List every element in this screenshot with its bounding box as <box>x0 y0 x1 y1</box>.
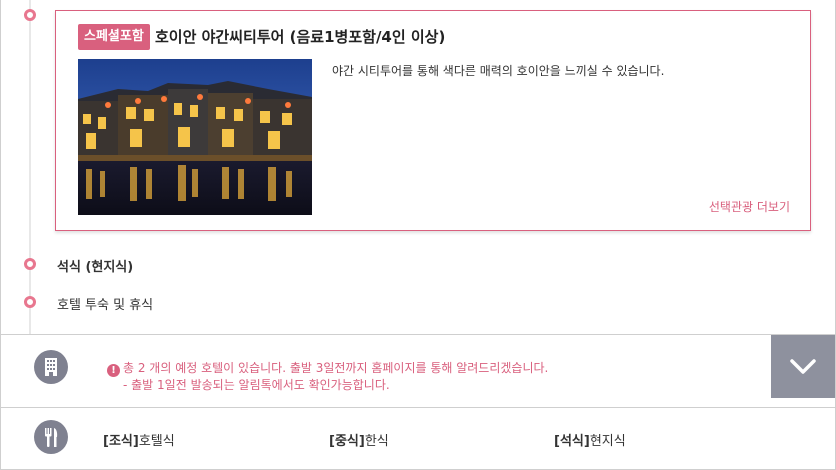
timeline-item-dinner: 석식 (현지식) <box>57 260 134 275</box>
meal-breakfast: [조식]호텔식 <box>103 430 175 449</box>
meal-lunch: [중식]한식 <box>329 430 389 449</box>
meal-lunch-value: 한식 <box>364 434 389 449</box>
hotel-section: ! 총 2 개의 예정 호텔이 있습니다. 출발 3일전까지 홈페이지를 통해 알… <box>1 334 835 408</box>
meal-section: [조식]호텔식 [중식]한식 [석식]현지식 <box>1 408 835 470</box>
timeline-dot <box>24 296 36 308</box>
hoi-an-night-photo <box>78 59 312 215</box>
warning-icon: ! <box>107 364 120 377</box>
meal-dinner: [석식]현지식 <box>554 430 626 449</box>
meal-lunch-tag: [중식] <box>329 434 365 449</box>
meal-dinner-value: 현지식 <box>589 434 626 449</box>
optional-tour-card[interactable]: 스페셜포함 호이안 야간씨티투어 (음료1병포함/4인 이상) 야간 시티투어를… <box>55 10 811 231</box>
expand-hotels-button[interactable] <box>771 335 835 398</box>
more-optional-tours-link[interactable]: 선택관광 더보기 <box>709 198 790 215</box>
timeline-dot <box>24 258 36 270</box>
itinerary-panel: 스페셜포함 호이안 야간씨티투어 (음료1병포함/4인 이상) 야간 시티투어를… <box>0 0 836 470</box>
special-badge: 스페셜포함 <box>78 24 150 50</box>
hotel-notice-line2: - 출발 1일전 발송되는 알림톡에서도 확인가능합니다. <box>123 378 390 392</box>
meal-breakfast-value: 호텔식 <box>138 434 175 449</box>
tour-photo[interactable] <box>78 59 312 215</box>
building-icon <box>34 350 68 384</box>
timeline-dot <box>24 9 36 21</box>
meal-breakfast-tag: [조식] <box>103 434 139 449</box>
timeline-item-hotel-rest: 호텔 투숙 및 휴식 <box>57 298 154 313</box>
utensils-icon <box>34 420 68 454</box>
timeline-line <box>29 0 31 334</box>
meal-dinner-tag: [석식] <box>554 434 590 449</box>
chevron-down-icon <box>790 359 816 374</box>
tour-description: 야간 시티투어를 통해 색다른 매력의 호이안을 느끼실 수 있습니다. <box>332 64 665 78</box>
hotel-notice-line1: 총 2 개의 예정 호텔이 있습니다. 출발 3일전까지 홈페이지를 통해 알려… <box>123 361 549 375</box>
tour-title: 호이안 야간씨티투어 (음료1병포함/4인 이상) <box>155 28 446 46</box>
hotel-notice: ! 총 2 개의 예정 호텔이 있습니다. 출발 3일전까지 홈페이지를 통해 알… <box>107 360 548 394</box>
